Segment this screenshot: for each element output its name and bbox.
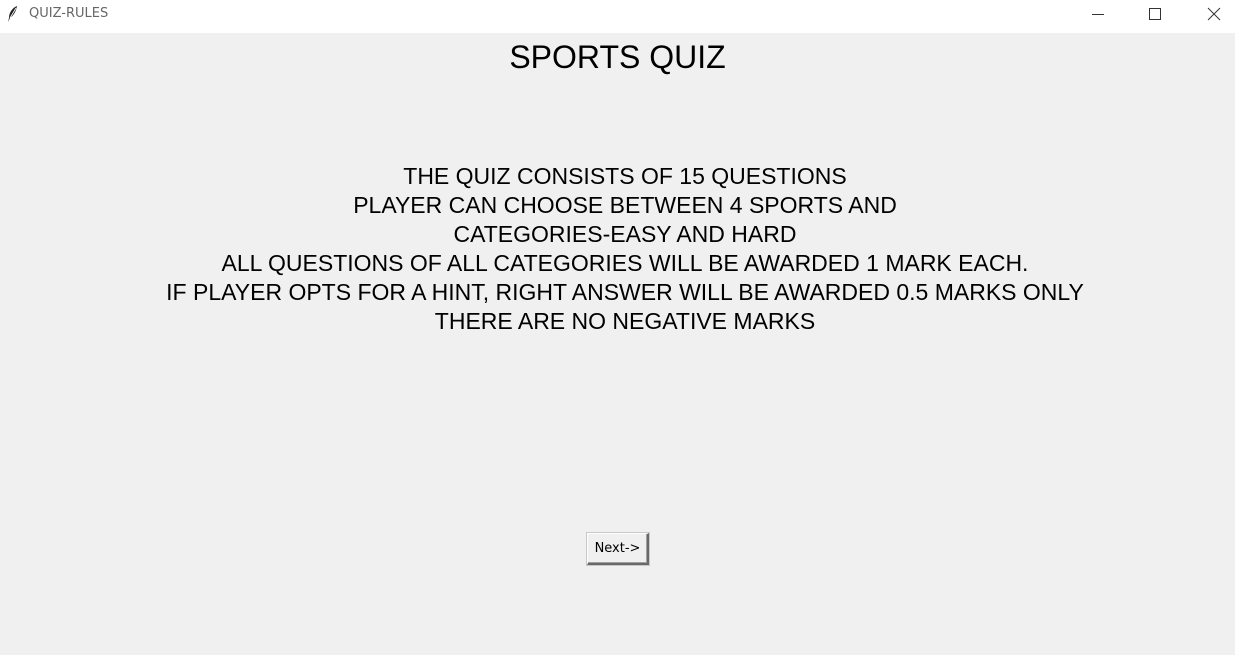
rule-line: IF PLAYER OPTS FOR A HINT, RIGHT ANSWER … [166, 279, 1084, 305]
close-button[interactable] [1189, 0, 1235, 28]
maximize-button[interactable] [1132, 0, 1178, 28]
rule-line: PLAYER CAN CHOOSE BETWEEN 4 SPORTS AND [353, 192, 897, 218]
close-icon [1207, 7, 1221, 21]
next-button[interactable]: Next-> [587, 533, 649, 565]
rule-line: ALL QUESTIONS OF ALL CATEGORIES WILL BE … [221, 250, 1029, 276]
rule-line: THE QUIZ CONSISTS OF 15 QUESTIONS [403, 163, 847, 189]
quiz-rules-window: QUIZ-RULES SPORTS QUIZ THE QUIZ CONSISTS… [0, 0, 1235, 655]
quiz-title: SPORTS QUIZ [509, 39, 726, 75]
window-title: QUIZ-RULES [29, 6, 109, 21]
feather-icon [7, 5, 19, 23]
minimize-button[interactable] [1075, 0, 1121, 28]
maximize-icon [1149, 8, 1161, 20]
title-bar[interactable]: QUIZ-RULES [0, 0, 1235, 33]
rule-line: THERE ARE NO NEGATIVE MARKS [434, 308, 816, 334]
rules-text: THE QUIZ CONSISTS OF 15 QUESTIONS PLAYER… [0, 162, 1235, 336]
rule-line: CATEGORIES-EASY AND HARD [453, 221, 797, 247]
minimize-icon [1092, 14, 1104, 15]
